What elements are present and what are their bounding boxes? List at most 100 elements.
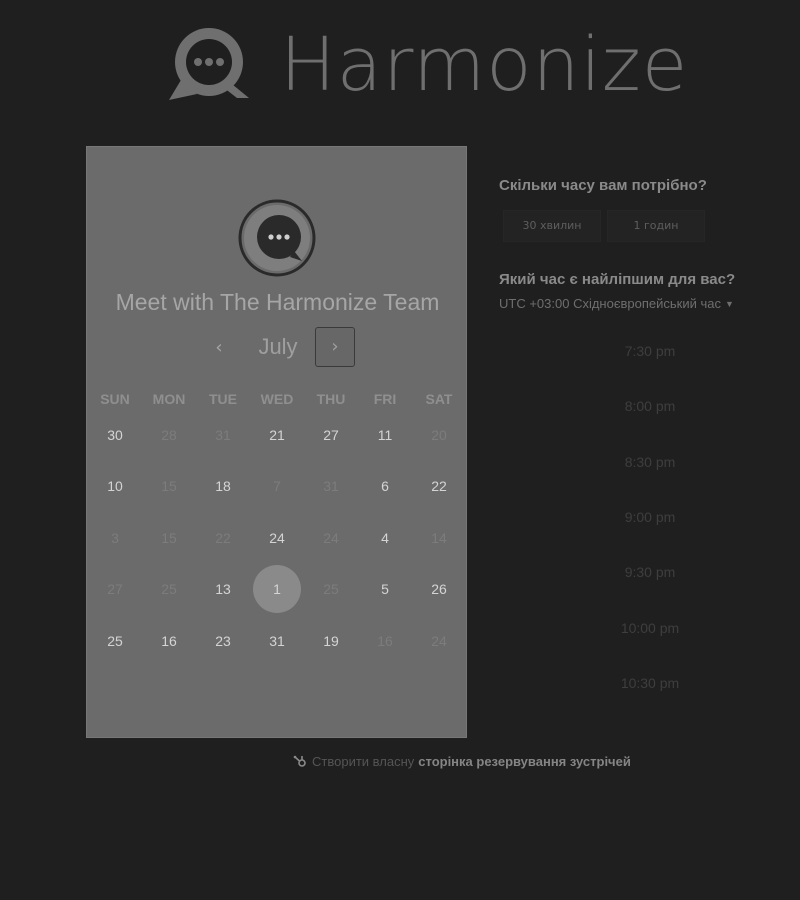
calendar-day-number: 24 xyxy=(431,633,447,649)
footer-link[interactable]: сторінка резервування зустрічей xyxy=(418,754,631,769)
time-slot[interactable]: 9:30 pm xyxy=(580,564,720,580)
chevron-left-icon: ‹ xyxy=(215,337,223,358)
avatar xyxy=(238,199,316,277)
calendar-day-number: 1 xyxy=(273,581,281,597)
calendar-day: 20 xyxy=(412,411,466,459)
calendar-day: 15 xyxy=(142,462,196,510)
calendar-day-number: 4 xyxy=(381,530,389,546)
weekday-label: SUN xyxy=(100,391,130,407)
calendar-day-number: 20 xyxy=(431,427,447,443)
month-label: July xyxy=(258,334,298,359)
calendar-day-number: 5 xyxy=(381,581,389,597)
calendar-day-number: 19 xyxy=(323,633,339,649)
time-slot[interactable]: 7:30 pm xyxy=(580,343,720,359)
calendar-day-number: 11 xyxy=(377,427,393,443)
chevron-right-icon: › xyxy=(331,336,339,357)
time-slot[interactable]: 10:00 pm xyxy=(580,620,720,636)
calendar-day[interactable]: 18 xyxy=(196,462,250,510)
calendar-day[interactable]: 6 xyxy=(358,462,412,510)
prev-month-button[interactable]: ‹ xyxy=(207,337,231,359)
duration-question: Скільки часу вам потрібно? xyxy=(499,177,707,194)
calendar-day-number: 22 xyxy=(431,478,447,494)
calendar-day-number: 14 xyxy=(431,530,447,546)
calendar-day-number: 13 xyxy=(215,581,231,597)
calendar-day[interactable]: 16 xyxy=(142,617,196,665)
footer-text: Створити власну xyxy=(312,753,415,769)
calendar-day[interactable]: 13 xyxy=(196,565,250,613)
meeting-title: Meet with The Harmonize Team xyxy=(115,289,440,315)
calendar-day: 14 xyxy=(412,514,466,562)
calendar-day[interactable]: 24 xyxy=(250,514,304,562)
calendar-day: 7 xyxy=(250,462,304,510)
weekday-label: THU xyxy=(316,391,346,407)
calendar-day: 3 xyxy=(88,514,142,562)
hubspot-sprocket-icon xyxy=(293,755,306,767)
calendar-day: 22 xyxy=(196,514,250,562)
calendar-day: 24 xyxy=(304,514,358,562)
calendar-day[interactable]: 27 xyxy=(304,411,358,459)
calendar-day-number: 15 xyxy=(161,478,177,494)
month-navigation: ‹ July › xyxy=(87,327,468,369)
time-slot[interactable]: 10:30 pm xyxy=(580,675,720,691)
time-slot[interactable]: 8:00 pm xyxy=(580,398,720,414)
calendar-day-number: 16 xyxy=(377,633,393,649)
calendar-day[interactable]: 11 xyxy=(358,411,412,459)
calendar-day-number: 24 xyxy=(323,530,339,546)
calendar-day[interactable]: 10 xyxy=(88,462,142,510)
calendar-card: Meet with The Harmonize Team ‹ July › SU… xyxy=(86,146,467,738)
timezone-label: UTC +03:00 Східноєвропейський час xyxy=(499,296,721,311)
chat-bubble-icon xyxy=(169,28,249,100)
calendar-day[interactable]: 22 xyxy=(412,462,466,510)
caret-down-icon: ▼ xyxy=(724,299,734,309)
calendar-day-number: 22 xyxy=(215,530,231,546)
calendar-day-number: 3 xyxy=(111,530,119,546)
weekday-label: MON xyxy=(152,391,186,407)
weekday-label: WED xyxy=(260,391,294,407)
calendar-day-number: 26 xyxy=(431,581,447,597)
brand-name: Harmonize xyxy=(280,22,689,108)
calendar-day[interactable]: 23 xyxy=(196,617,250,665)
calendar-day: 16 xyxy=(358,617,412,665)
calendar-day: 25 xyxy=(142,565,196,613)
calendar-day: 25 xyxy=(304,565,358,613)
duration-1-hour-button[interactable]: 1 годин xyxy=(607,210,705,242)
timezone-select[interactable]: UTC +03:00 Східноєвропейський час ▼ xyxy=(499,296,734,311)
calendar-day: 31 xyxy=(304,462,358,510)
calendar-day[interactable]: 26 xyxy=(412,565,466,613)
calendar-day-number: 31 xyxy=(269,633,285,649)
weekday-label: SAT xyxy=(425,391,453,407)
calendar-day-number: 15 xyxy=(161,530,177,546)
calendar-day: 15 xyxy=(142,514,196,562)
calendar-day-number: 27 xyxy=(323,427,339,443)
calendar-day[interactable]: 19 xyxy=(304,617,358,665)
calendar-day-number: 25 xyxy=(161,581,177,597)
calendar-day: 27 xyxy=(88,565,142,613)
calendar-day-number: 25 xyxy=(107,633,123,649)
calendar-day[interactable]: 21 xyxy=(250,411,304,459)
calendar-day[interactable]: 5 xyxy=(358,565,412,613)
calendar-day[interactable]: 25 xyxy=(88,617,142,665)
calendar-day-number: 28 xyxy=(161,427,177,443)
calendar-day[interactable]: 31 xyxy=(250,617,304,665)
calendar-day-number: 31 xyxy=(215,427,231,443)
footer-promo: Створити власну сторінка резервування зу… xyxy=(293,752,631,770)
time-slot[interactable]: 9:00 pm xyxy=(580,509,720,525)
calendar-day-number: 25 xyxy=(323,581,339,597)
calendar-day-number: 16 xyxy=(161,633,177,649)
time-slot[interactable]: 8:30 pm xyxy=(580,454,720,470)
calendar-day-number: 27 xyxy=(107,581,123,597)
calendar-day[interactable]: 4 xyxy=(358,514,412,562)
calendar-day: 24 xyxy=(412,617,466,665)
calendar-day-number: 30 xyxy=(107,427,123,443)
time-question: Який час є найліпшим для вас? xyxy=(499,271,736,288)
calendar-day[interactable]: 30 xyxy=(88,411,142,459)
weekday-label: TUE xyxy=(209,391,237,407)
calendar-day-selected[interactable]: 1 xyxy=(250,565,304,613)
calendar-day-number: 31 xyxy=(323,478,339,494)
calendar-day-number: 7 xyxy=(273,478,281,494)
calendar-day-number: 6 xyxy=(381,478,389,494)
next-month-button[interactable]: › xyxy=(315,327,355,367)
calendar-day: 28 xyxy=(142,411,196,459)
duration-30-min-button[interactable]: 30 хвилин xyxy=(503,210,601,242)
calendar-day-number: 21 xyxy=(269,427,285,443)
